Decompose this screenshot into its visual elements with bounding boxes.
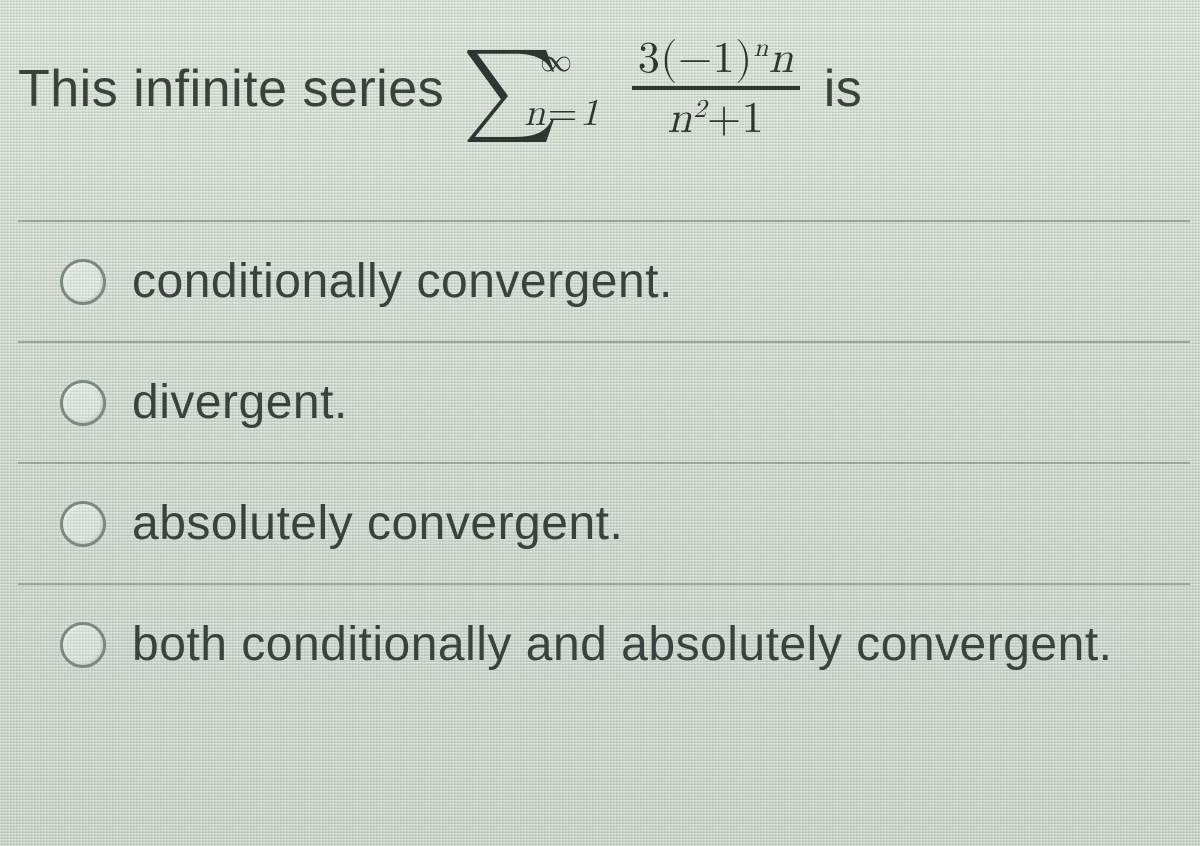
fraction-denominator: n2+1 (661, 96, 770, 142)
num-exponent: n (754, 36, 769, 62)
question-stem: This infinite series ∑ ∞ n=1 3(−1)nn n2+… (18, 36, 1190, 142)
sum-index-var: n (524, 95, 546, 133)
option-divergent[interactable]: divergent. (18, 343, 1190, 464)
num-open-paren: ( (660, 37, 678, 81)
num-close-paren: ) (735, 37, 753, 81)
stem-lead: This infinite series (18, 58, 444, 120)
num-base: −1 (678, 37, 735, 81)
fraction-numerator: 3(−1)nn (632, 36, 800, 82)
radio-icon[interactable] (60, 622, 106, 668)
fraction-bar (632, 86, 800, 90)
option-label: conditionally convergent. (132, 254, 673, 309)
series-expression: ∑ ∞ n=1 3(−1)nn n2+1 (462, 36, 814, 142)
summation: ∑ ∞ n=1 (462, 49, 560, 129)
option-label: divergent. (132, 375, 348, 430)
sum-lower-limit: n=1 (524, 92, 599, 138)
num-mult-var: n (769, 37, 794, 81)
question-card: This infinite series ∑ ∞ n=1 3(−1)nn n2+… (0, 0, 1200, 846)
sum-index-start: 1 (580, 95, 600, 133)
sum-upper-limit: ∞ (540, 43, 573, 81)
radio-icon[interactable] (60, 380, 106, 426)
den-var: n (667, 97, 692, 141)
den-exponent: 2 (693, 97, 707, 123)
options-list: conditionally convergent. divergent. abs… (18, 220, 1190, 704)
option-label: both conditionally and absolutely conver… (132, 617, 1112, 672)
radio-icon[interactable] (60, 259, 106, 305)
fraction: 3(−1)nn n2+1 (632, 36, 800, 142)
den-one: 1 (742, 97, 765, 141)
num-coef: 3 (638, 37, 661, 81)
stem-trail: is (824, 58, 863, 120)
den-plus: + (707, 97, 742, 141)
option-absolutely-convergent[interactable]: absolutely convergent. (18, 464, 1190, 585)
radio-icon[interactable] (60, 501, 106, 547)
option-both-convergent[interactable]: both conditionally and absolutely conver… (18, 585, 1190, 704)
option-conditionally-convergent[interactable]: conditionally convergent. (18, 222, 1190, 343)
option-label: absolutely convergent. (132, 496, 623, 551)
sum-index-eq: = (546, 95, 580, 133)
